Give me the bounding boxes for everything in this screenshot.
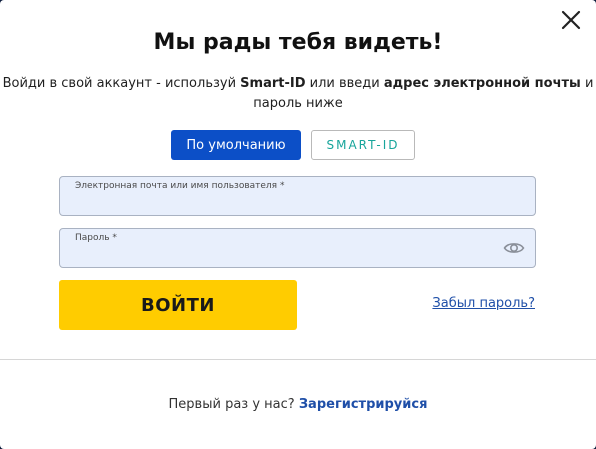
password-input[interactable] [75,247,495,265]
register-prompt: Первый раз у нас? [168,397,299,412]
login-button[interactable]: ВОЙТИ [59,280,297,330]
close-icon[interactable] [560,9,582,31]
register-link[interactable]: Зарегистрируйся [299,397,428,412]
login-mode-switch: По умолчанию SMART-ID [171,130,415,160]
password-field-label: Пароль * [75,233,117,243]
smartid-mode-button[interactable]: SMART-ID [311,130,415,160]
eye-icon[interactable] [503,238,525,258]
modal-subtitle: Войди в свой аккаунт - используй Smart-I… [0,74,596,114]
password-field[interactable]: Пароль * [59,228,536,268]
email-input[interactable] [75,195,495,213]
register-row: Первый раз у нас? Зарегистрируйся [0,397,596,412]
login-modal: Мы рады тебя видеть! Войди в свой аккаун… [0,0,596,449]
email-field-label: Электронная почта или имя пользователя * [75,181,285,191]
subtitle-text-2: или введи [305,76,384,91]
default-mode-button[interactable]: По умолчанию [171,130,301,160]
email-field[interactable]: Электронная почта или имя пользователя * [59,176,536,216]
subtitle-smartid: Smart-ID [240,76,306,91]
subtitle-text-1: Войди в свой аккаунт - используй [2,76,241,91]
divider [0,359,596,360]
modal-title: Мы рады тебя видеть! [153,30,443,55]
forgot-password-link[interactable]: Забыл пароль? [432,296,535,311]
subtitle-email: адрес электронной почты [383,76,581,91]
